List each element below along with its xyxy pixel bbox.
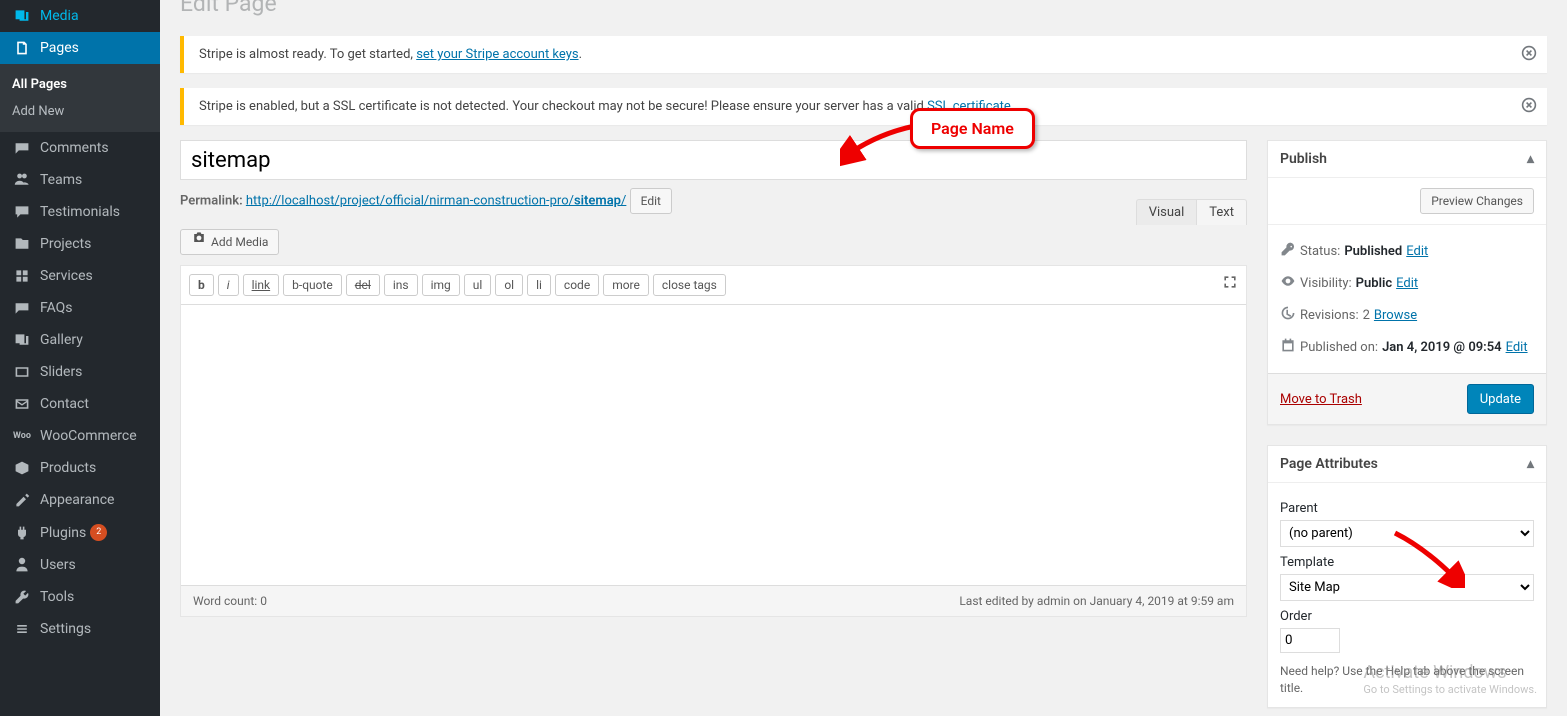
menu-projects[interactable]: Projects	[0, 228, 160, 260]
menu-testimonials[interactable]: Testimonials	[0, 196, 160, 228]
tbtn-link[interactable]: link	[243, 274, 280, 296]
menu-appearance[interactable]: Appearance	[0, 484, 160, 516]
menu-products[interactable]: Products	[0, 452, 160, 484]
tbtn-img[interactable]: img	[422, 274, 460, 296]
attributes-header[interactable]: Page Attributes ▴	[1268, 446, 1546, 483]
tbtn-ul[interactable]: ul	[464, 274, 492, 296]
menu-media[interactable]: Media	[0, 0, 160, 32]
tbtn-li[interactable]: li	[527, 274, 551, 296]
revisions-icon	[1280, 305, 1300, 325]
dismiss-icon[interactable]	[1521, 97, 1537, 117]
admin-sidebar: Media Pages All Pages Add New Comments T…	[0, 0, 160, 716]
edit-permalink-button[interactable]: Edit	[630, 188, 672, 214]
page-heading: Edit Page	[180, 0, 1547, 21]
tbtn-code[interactable]: code	[555, 274, 599, 296]
preview-changes-button[interactable]: Preview Changes	[1420, 188, 1534, 214]
faqs-icon	[12, 300, 32, 316]
menu-users[interactable]: Users	[0, 549, 160, 581]
content-textarea[interactable]	[181, 305, 1246, 585]
page-title-input[interactable]	[180, 140, 1247, 180]
contact-icon	[12, 396, 32, 412]
calendar-icon	[1280, 337, 1300, 357]
edit-status-link[interactable]: Edit	[1406, 244, 1428, 259]
order-input[interactable]	[1280, 628, 1340, 653]
order-label: Order	[1280, 609, 1534, 624]
menu-services[interactable]: Services	[0, 260, 160, 292]
submenu-all-pages[interactable]: All Pages	[0, 71, 160, 98]
last-edited: Last edited by admin on January 4, 2019 …	[959, 594, 1234, 608]
word-count: Word count: 0	[193, 594, 267, 608]
move-to-trash-link[interactable]: Move to Trash	[1280, 392, 1362, 407]
menu-teams[interactable]: Teams	[0, 164, 160, 196]
fullscreen-icon[interactable]	[1222, 274, 1238, 294]
dismiss-icon[interactable]	[1521, 45, 1537, 65]
chevron-up-icon: ▴	[1527, 456, 1534, 472]
tbtn-bquote[interactable]: b-quote	[283, 274, 342, 296]
main-content: Edit Page Stripe is almost ready. To get…	[160, 0, 1567, 716]
services-icon	[12, 268, 32, 284]
key-icon	[1280, 241, 1300, 261]
menu-contact[interactable]: Contact	[0, 388, 160, 420]
editor: b i link b-quote del ins img ul ol li co…	[180, 265, 1247, 617]
menu-tools[interactable]: Tools	[0, 581, 160, 613]
tbtn-del[interactable]: del	[346, 274, 380, 296]
permalink-row: Permalink: http://localhost/project/offi…	[180, 188, 1247, 214]
tbtn-ol[interactable]: ol	[495, 274, 523, 296]
menu-faqs[interactable]: FAQs	[0, 292, 160, 324]
arrow-annotation-3	[1385, 528, 1465, 588]
menu-gallery[interactable]: Gallery	[0, 324, 160, 356]
woocommerce-icon: Woo	[12, 431, 32, 441]
plugins-badge: 2	[90, 524, 107, 541]
tbtn-b[interactable]: b	[189, 274, 214, 296]
menu-pages[interactable]: Pages	[0, 32, 160, 64]
users-icon	[12, 557, 32, 573]
projects-icon	[12, 236, 32, 252]
tbtn-ins[interactable]: ins	[384, 274, 418, 296]
menu-sliders[interactable]: Sliders	[0, 356, 160, 388]
settings-icon	[12, 621, 32, 637]
tbtn-close-tags[interactable]: close tags	[653, 274, 726, 296]
tab-visual[interactable]: Visual	[1136, 199, 1197, 225]
menu-settings[interactable]: Settings	[0, 613, 160, 645]
annotation-page-name: Page Name	[910, 108, 1035, 149]
pages-submenu: All Pages Add New	[0, 64, 160, 132]
permalink-url[interactable]: http://localhost/project/official/nirman…	[246, 193, 627, 208]
tools-icon	[12, 589, 32, 605]
publish-header[interactable]: Publish ▴	[1268, 141, 1546, 178]
notice-stripe-keys: Stripe is almost ready. To get started, …	[180, 36, 1547, 73]
tbtn-more[interactable]: more	[603, 274, 649, 296]
tab-text[interactable]: Text	[1196, 199, 1247, 225]
plugins-icon	[12, 525, 32, 541]
edit-visibility-link[interactable]: Edit	[1396, 276, 1418, 291]
editor-toolbar: b i link b-quote del ins img ul ol li co…	[181, 266, 1246, 305]
help-text: Need help? Use the Help tab above the sc…	[1280, 663, 1534, 697]
stripe-keys-link[interactable]: set your Stripe account keys	[416, 47, 578, 62]
teams-icon	[12, 172, 32, 188]
arrow-annotation-1	[840, 118, 920, 168]
pages-icon	[12, 40, 32, 56]
update-button[interactable]: Update	[1467, 384, 1534, 414]
comments-icon	[12, 140, 32, 156]
camera-icon	[191, 230, 207, 254]
publish-box: Publish ▴ Preview Changes Status:Publish…	[1267, 140, 1547, 425]
appearance-icon	[12, 492, 32, 508]
products-icon	[12, 460, 32, 476]
tbtn-i[interactable]: i	[218, 274, 239, 296]
edit-date-link[interactable]: Edit	[1506, 340, 1528, 355]
gallery-icon	[12, 332, 32, 348]
browse-revisions-link[interactable]: Browse	[1374, 308, 1417, 323]
submenu-add-new[interactable]: Add New	[0, 98, 160, 125]
add-media-button[interactable]: Add Media	[180, 229, 279, 255]
menu-woocommerce[interactable]: WooWooCommerce	[0, 420, 160, 452]
sliders-icon	[12, 364, 32, 380]
visibility-icon	[1280, 273, 1300, 293]
media-icon	[12, 8, 32, 24]
chevron-up-icon: ▴	[1527, 151, 1534, 167]
menu-plugins[interactable]: Plugins2	[0, 516, 160, 549]
testimonials-icon	[12, 204, 32, 220]
parent-label: Parent	[1280, 501, 1534, 516]
menu-comments[interactable]: Comments	[0, 132, 160, 164]
